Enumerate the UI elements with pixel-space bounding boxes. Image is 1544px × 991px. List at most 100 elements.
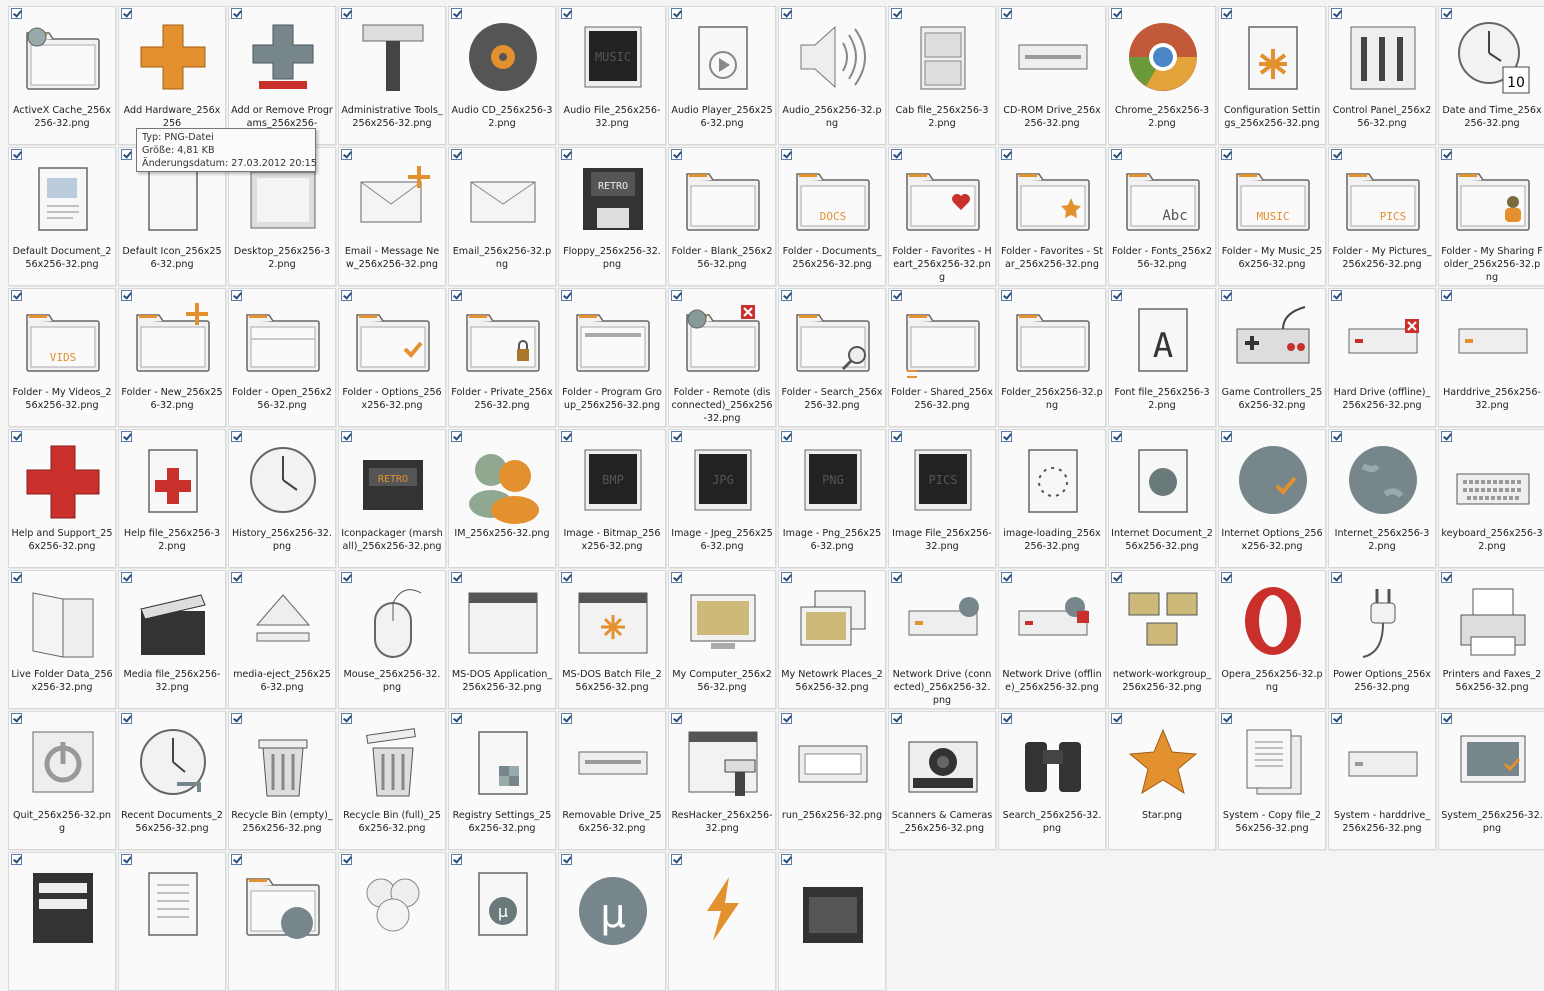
item-checkbox[interactable]	[11, 572, 22, 583]
file-item[interactable]: Email_256x256-32.png	[448, 147, 556, 286]
item-checkbox[interactable]	[891, 290, 902, 301]
file-item[interactable]: image-loading_256x256-32.png	[998, 429, 1106, 568]
file-item[interactable]: Live Folder Data_256x256-32.png	[8, 570, 116, 709]
file-item[interactable]: System - harddrive_256x256-32.png	[1328, 711, 1436, 850]
file-item[interactable]: Configuration Settings_256x256-32.png	[1218, 6, 1326, 145]
item-checkbox[interactable]	[121, 8, 132, 19]
file-item[interactable]: µ	[558, 852, 666, 991]
file-item[interactable]	[228, 852, 336, 991]
file-item[interactable]: µ	[448, 852, 556, 991]
item-checkbox[interactable]	[671, 572, 682, 583]
item-checkbox[interactable]	[891, 431, 902, 442]
file-item[interactable]: A Font file_256x256-32.png	[1108, 288, 1216, 427]
file-item[interactable]: Internet_256x256-32.png	[1328, 429, 1436, 568]
file-item[interactable]: RETRO Floppy_256x256-32.png	[558, 147, 666, 286]
item-checkbox[interactable]	[121, 149, 132, 160]
file-item[interactable]	[8, 852, 116, 991]
item-checkbox[interactable]	[671, 854, 682, 865]
file-item[interactable]: Add Hardware_256x256	[118, 6, 226, 145]
item-checkbox[interactable]	[231, 290, 242, 301]
item-checkbox[interactable]	[1331, 8, 1342, 19]
file-item[interactable]: Quit_256x256-32.png	[8, 711, 116, 850]
file-item[interactable]: DOCS Folder - Documents_256x256-32.png	[778, 147, 886, 286]
file-item[interactable]: Folder - Program Group_256x256-32.png	[558, 288, 666, 427]
file-item[interactable]: Harddrive_256x256-32.png	[1438, 288, 1544, 427]
file-item[interactable]	[338, 852, 446, 991]
item-checkbox[interactable]	[781, 713, 792, 724]
file-item[interactable]: Folder - Open_256x256-32.png	[228, 288, 336, 427]
item-checkbox[interactable]	[1001, 8, 1012, 19]
file-item[interactable]: MUSIC Folder - My Music_256x256-32.png	[1218, 147, 1326, 286]
item-checkbox[interactable]	[671, 431, 682, 442]
file-item[interactable]: run_256x256-32.png	[778, 711, 886, 850]
file-item[interactable]: Cab file_256x256-32.png	[888, 6, 996, 145]
item-checkbox[interactable]	[1001, 290, 1012, 301]
file-item[interactable]: Internet Document_256x256-32.png	[1108, 429, 1216, 568]
item-checkbox[interactable]	[1441, 290, 1452, 301]
file-item[interactable]: PNG Image - Png_256x256-32.png	[778, 429, 886, 568]
file-item[interactable]: Hard Drive (offline)_256x256-32.png	[1328, 288, 1436, 427]
item-checkbox[interactable]	[781, 149, 792, 160]
file-item[interactable]	[118, 852, 226, 991]
item-checkbox[interactable]	[1221, 431, 1232, 442]
item-checkbox[interactable]	[781, 572, 792, 583]
item-checkbox[interactable]	[1221, 713, 1232, 724]
file-item[interactable]: Search_256x256-32.png	[998, 711, 1106, 850]
item-checkbox[interactable]	[121, 572, 132, 583]
file-item[interactable]: My Computer_256x256-32.png	[668, 570, 776, 709]
file-item[interactable]: BMP Image - Bitmap_256x256-32.png	[558, 429, 666, 568]
file-item[interactable]: System - Copy file_256x256-32.png	[1218, 711, 1326, 850]
file-item[interactable]: Folder - Private_256x256-32.png	[448, 288, 556, 427]
item-checkbox[interactable]	[561, 713, 572, 724]
file-item[interactable]: VIDS Folder - My Videos_256x256-32.png	[8, 288, 116, 427]
file-item[interactable]: media-eject_256x256-32.png	[228, 570, 336, 709]
file-item[interactable]: Default Document_256x256-32.png	[8, 147, 116, 286]
item-checkbox[interactable]	[341, 854, 352, 865]
item-checkbox[interactable]	[1221, 290, 1232, 301]
file-item[interactable]: Folder - Favorites - Heart_256x256-32.pn…	[888, 147, 996, 286]
file-item[interactable]: Registry Settings_256x256-32.png	[448, 711, 556, 850]
file-item[interactable]: Add or Remove Programs_256x256-	[228, 6, 336, 145]
item-checkbox[interactable]	[1331, 290, 1342, 301]
item-checkbox[interactable]	[1001, 431, 1012, 442]
file-item[interactable]: Network Drive (connected)_256x256-32.png	[888, 570, 996, 709]
file-item[interactable]: Email - Message New_256x256-32.png	[338, 147, 446, 286]
file-item[interactable]: 10 Date and Time_256x256-32.png	[1438, 6, 1544, 145]
file-item[interactable]: Folder - Options_256x256-32.png	[338, 288, 446, 427]
item-checkbox[interactable]	[341, 149, 352, 160]
item-checkbox[interactable]	[451, 854, 462, 865]
item-checkbox[interactable]	[451, 149, 462, 160]
file-item[interactable]: ResHacker_256x256-32.png	[668, 711, 776, 850]
item-checkbox[interactable]	[1441, 8, 1452, 19]
item-checkbox[interactable]	[11, 713, 22, 724]
item-checkbox[interactable]	[451, 8, 462, 19]
file-item[interactable]: Help file_256x256-32.png	[118, 429, 226, 568]
item-checkbox[interactable]	[1441, 431, 1452, 442]
item-checkbox[interactable]	[341, 572, 352, 583]
file-item[interactable]: Abc Folder - Fonts_256x256-32.png	[1108, 147, 1216, 286]
item-checkbox[interactable]	[231, 713, 242, 724]
item-checkbox[interactable]	[11, 149, 22, 160]
item-checkbox[interactable]	[11, 431, 22, 442]
file-item[interactable]: JPG Image - Jpeg_256x256-32.png	[668, 429, 776, 568]
item-checkbox[interactable]	[451, 431, 462, 442]
item-checkbox[interactable]	[891, 149, 902, 160]
item-checkbox[interactable]	[1221, 149, 1232, 160]
file-item[interactable]: Recent Documents_256x256-32.png	[118, 711, 226, 850]
file-item[interactable]: System_256x256-32.png	[1438, 711, 1544, 850]
item-checkbox[interactable]	[11, 854, 22, 865]
file-item[interactable]: Internet Options_256x256-32.png	[1218, 429, 1326, 568]
item-checkbox[interactable]	[231, 431, 242, 442]
file-item[interactable]: Folder - New_256x256-32.png	[118, 288, 226, 427]
file-item[interactable]: My Netowrk Places_256x256-32.png	[778, 570, 886, 709]
item-checkbox[interactable]	[561, 572, 572, 583]
item-checkbox[interactable]	[11, 8, 22, 19]
file-item[interactable]: Scanners & Cameras_256x256-32.png	[888, 711, 996, 850]
file-item[interactable]: Recycle Bin (empty)_256x256-32.png	[228, 711, 336, 850]
file-item[interactable]: Folder_256x256-32.png	[998, 288, 1106, 427]
item-checkbox[interactable]	[1331, 149, 1342, 160]
item-checkbox[interactable]	[1111, 290, 1122, 301]
item-checkbox[interactable]	[671, 149, 682, 160]
file-item[interactable]: Printers and Faxes_256x256-32.png	[1438, 570, 1544, 709]
file-item[interactable]: Help and Support_256x256-32.png	[8, 429, 116, 568]
